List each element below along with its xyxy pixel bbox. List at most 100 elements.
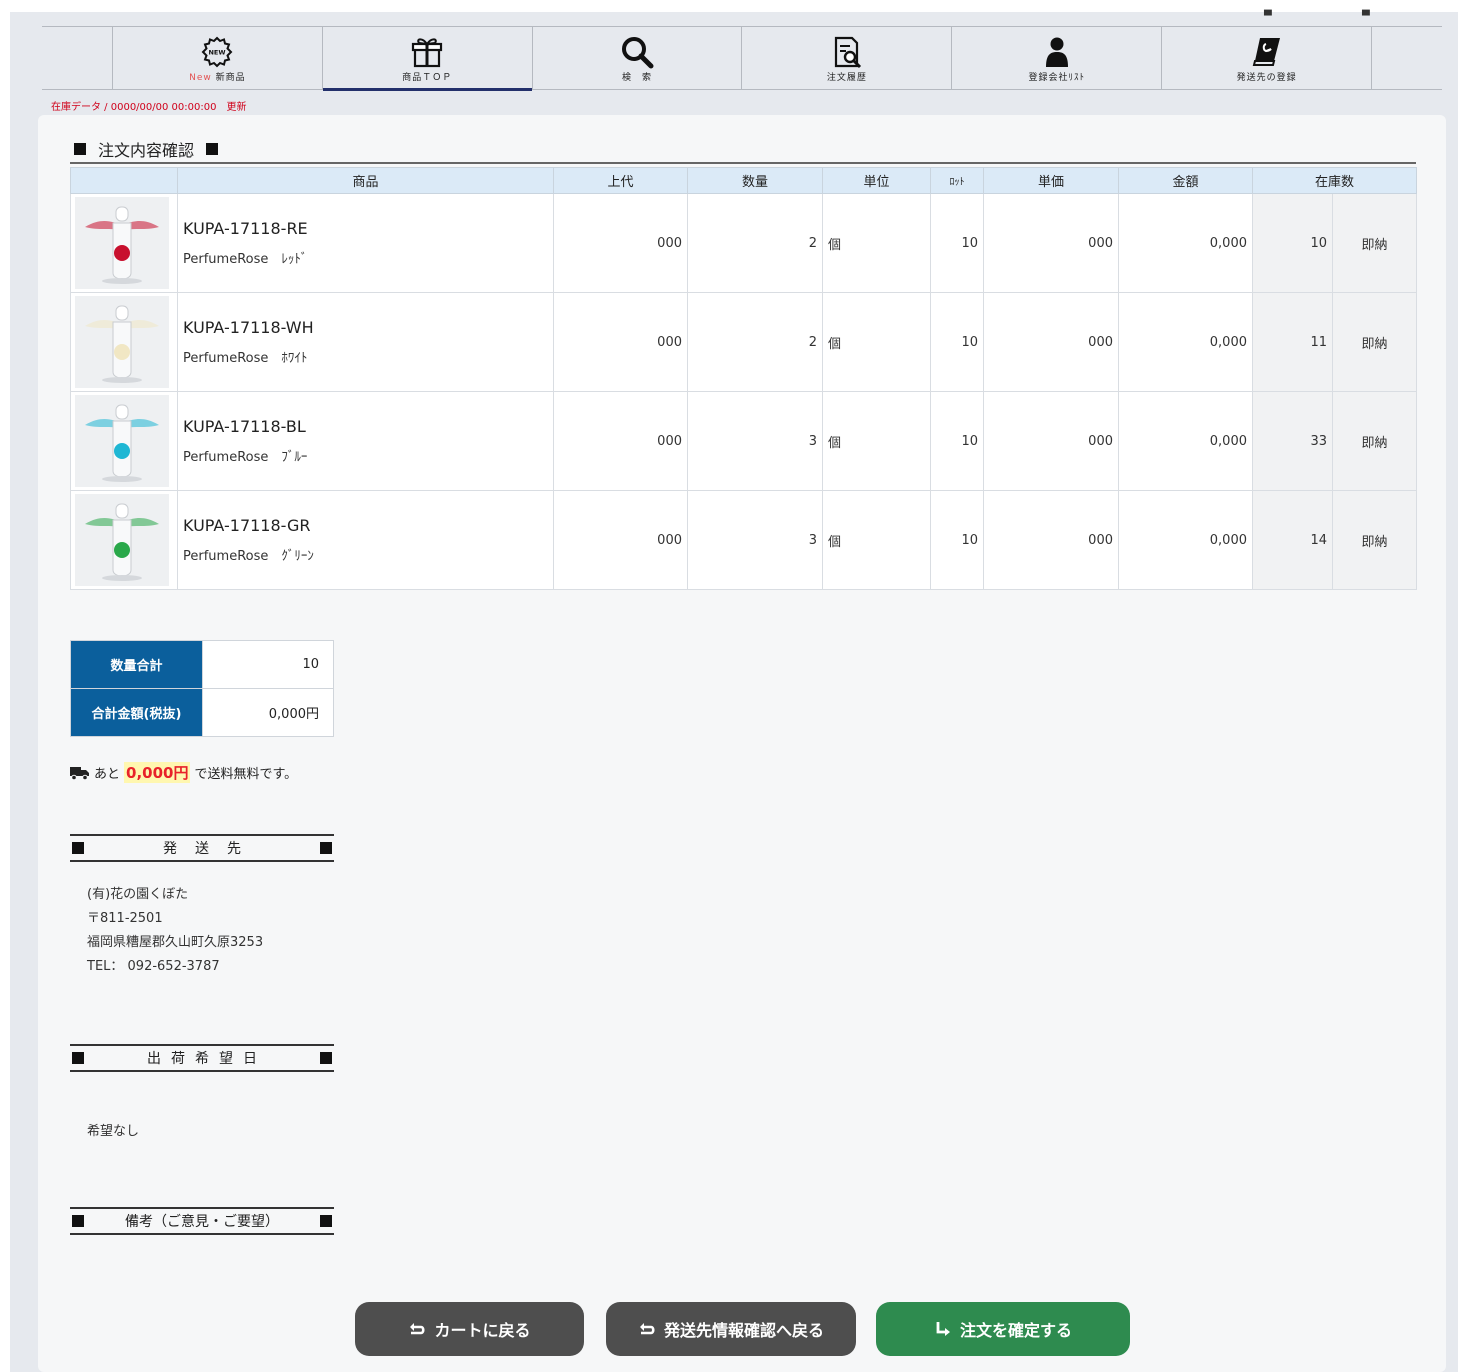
gift-icon xyxy=(412,38,443,68)
product-name: PerfumeRose ﾌﾞﾙｰ xyxy=(183,450,308,465)
product-image-cell xyxy=(70,292,178,392)
total-amount-value: 0,000円 xyxy=(202,688,334,737)
nav-label: New 新商品 xyxy=(189,73,246,83)
stock-count: 14 xyxy=(1252,490,1333,590)
column-header: 在庫数 xyxy=(1251,167,1418,194)
total-amount-label: 合計金額(税抜) xyxy=(70,688,203,737)
product-thumbnail[interactable] xyxy=(75,296,169,388)
stock-count: 11 xyxy=(1252,292,1333,392)
stock-count: 10 xyxy=(1252,193,1333,293)
total-qty-value: 10 xyxy=(202,640,334,689)
lot: 10 xyxy=(930,490,984,590)
nav-order-history[interactable]: 注文履歴 xyxy=(742,27,953,90)
user-icon xyxy=(1045,37,1068,67)
remarks-title: 備考（ご意見・ご要望） xyxy=(125,1214,279,1230)
ship-date-title: 出荷希望日 xyxy=(147,1051,267,1067)
column-header-image xyxy=(70,167,178,194)
nav-company-list[interactable]: 登録会社ﾘｽﾄ xyxy=(952,27,1163,90)
return-arrow-icon xyxy=(639,1323,655,1335)
page-background: ▀ ▀ NEW New 新商品 商品ＴＯＰ 検 索 注文履歴 登録会社ﾘｽﾄ 発… xyxy=(10,12,1458,1372)
table-row: KUPA-17118-GR PerfumeRose ｸﾞﾘｰﾝ 000 3 個 10 000… xyxy=(70,490,1418,590)
totals-row: 合計金額(税抜) 0,000円 xyxy=(70,688,334,737)
nav-register-destination[interactable]: 発送先の登録 xyxy=(1162,27,1373,90)
main-panel: 注文内容確認 商品 上代 数量 単位 ﾛｯﾄ 単価 金額 在庫数 KUPA-17… xyxy=(38,115,1446,1372)
amount: 0,000 xyxy=(1118,193,1253,293)
cart-icon[interactable]: ▀ xyxy=(1264,12,1272,22)
retail-price: 000 xyxy=(553,193,688,293)
square-bullet-icon xyxy=(72,842,84,854)
product-thumbnail[interactable] xyxy=(75,395,169,487)
column-header: ﾛｯﾄ xyxy=(930,167,984,194)
delivery-status: 即納 xyxy=(1331,391,1418,491)
product-info-cell: KUPA-17118-BL PerfumeRose ﾌﾞﾙｰ xyxy=(177,391,554,491)
retail-price: 000 xyxy=(553,490,688,590)
back-to-destination-button[interactable]: 発送先情報確認へ戻る xyxy=(606,1302,856,1356)
product-image-cell xyxy=(70,391,178,491)
new-badge-icon: NEW xyxy=(201,36,233,68)
nav-spacer xyxy=(42,27,113,89)
order-items-table: 商品 上代 数量 単位 ﾛｯﾄ 単価 金額 在庫数 KUPA-17118-RE P… xyxy=(70,167,1418,590)
product-thumbnail[interactable] xyxy=(75,494,169,586)
unit-price: 000 xyxy=(983,193,1119,293)
column-header: 商品 xyxy=(177,167,554,194)
back-to-cart-button[interactable]: カートに戻る xyxy=(355,1302,584,1356)
quantity: 3 xyxy=(687,391,823,491)
nav-new-products[interactable]: NEW New 新商品 xyxy=(113,27,323,90)
stock-count: 33 xyxy=(1252,391,1333,491)
lot: 10 xyxy=(930,391,984,491)
square-bullet-icon xyxy=(206,143,219,155)
return-arrow-icon xyxy=(410,1323,426,1335)
unit: 個 xyxy=(822,292,931,392)
ship-date-heading: 出荷希望日 xyxy=(70,1044,334,1072)
column-header: 上代 xyxy=(553,167,688,194)
product-code[interactable]: KUPA-17118-GR xyxy=(183,516,553,535)
table-row: KUPA-17118-BL PerfumeRose ﾌﾞﾙｰ 000 3 個 10 000 0… xyxy=(70,391,1418,491)
address-line: (有)花の園くぼた xyxy=(87,887,189,902)
product-name: PerfumeRose ｸﾞﾘｰﾝ xyxy=(183,549,314,564)
amount: 0,000 xyxy=(1118,490,1253,590)
totals-table: 数量合計 10 合計金額(税抜) 0,000円 xyxy=(70,640,334,737)
quantity: 2 xyxy=(687,193,823,293)
nav-label: 登録会社ﾘｽﾄ xyxy=(1028,73,1085,83)
product-info-cell: KUPA-17118-WH PerfumeRose ﾎﾜｲﾄ xyxy=(177,292,554,392)
product-name: PerfumeRose ﾚｯﾄﾞ xyxy=(183,252,308,267)
search-icon xyxy=(622,37,654,69)
column-header: 数量 xyxy=(687,167,823,194)
divider xyxy=(70,162,1416,164)
unit: 個 xyxy=(822,391,931,491)
unit: 個 xyxy=(822,193,931,293)
svg-text:NEW: NEW xyxy=(209,49,226,57)
product-code[interactable]: KUPA-17118-RE xyxy=(183,219,553,238)
main-navigation: NEW New 新商品 商品ＴＯＰ 検 索 注文履歴 登録会社ﾘｽﾄ 発送先の登… xyxy=(42,26,1442,91)
order-title-text: 注文内容確認 xyxy=(98,141,195,160)
product-code[interactable]: KUPA-17118-BL xyxy=(183,417,553,436)
product-code[interactable]: KUPA-17118-WH xyxy=(183,318,553,337)
quantity: 3 xyxy=(687,490,823,590)
nav-search[interactable]: 検 索 xyxy=(533,27,743,90)
nav-product-top[interactable]: 商品ＴＯＰ xyxy=(322,27,533,91)
top-strip: ▀ ▀ xyxy=(10,12,1458,26)
destination-heading: 発送先 xyxy=(70,834,334,862)
delivery-status: 即納 xyxy=(1331,193,1418,293)
amount: 0,000 xyxy=(1118,391,1253,491)
amount: 0,000 xyxy=(1118,292,1253,392)
confirm-order-button[interactable]: 注文を確定する xyxy=(876,1302,1130,1356)
remarks-heading: 備考（ご意見・ご要望） xyxy=(70,1207,334,1235)
product-info-cell: KUPA-17118-GR PerfumeRose ｸﾞﾘｰﾝ xyxy=(177,490,554,590)
ship-date-value: 希望なし xyxy=(87,1124,140,1139)
product-thumbnail[interactable] xyxy=(75,197,169,289)
address-line: 〒811-2501 xyxy=(87,911,163,926)
quantity: 2 xyxy=(687,292,823,392)
square-bullet-icon xyxy=(72,1215,84,1227)
table-row: KUPA-17118-WH PerfumeRose ﾎﾜｲﾄ 000 2 個 10 000 0… xyxy=(70,292,1418,392)
product-image-cell xyxy=(70,193,178,293)
logout-icon[interactable]: ▀ xyxy=(1362,12,1370,22)
square-bullet-icon xyxy=(320,842,332,854)
product-info-cell: KUPA-17118-RE PerfumeRose ﾚｯﾄﾞ xyxy=(177,193,554,293)
column-header: 単位 xyxy=(822,167,931,194)
delivery-status: 即納 xyxy=(1331,292,1418,392)
order-confirm-title: 注文内容確認 xyxy=(74,137,219,161)
stock-update-time: 在庫データ / 0000/00/00 00:00:00 更新 xyxy=(51,102,247,113)
nav-label: 検 索 xyxy=(622,73,653,83)
